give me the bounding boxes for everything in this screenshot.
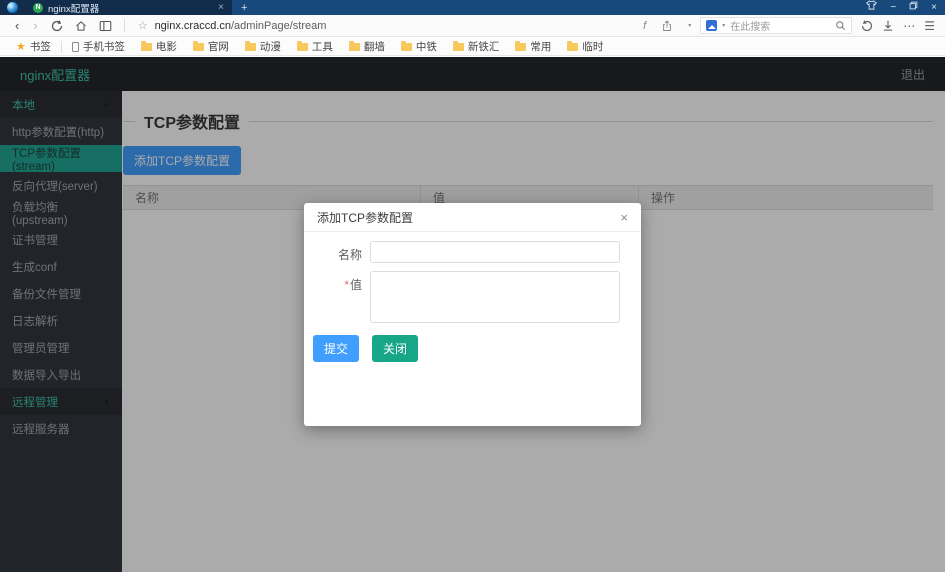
bookmark-folder[interactable]: 新铁汇 — [445, 39, 508, 54]
bookmark-label: 工具 — [312, 39, 333, 54]
tab-close-icon[interactable]: × — [218, 0, 224, 15]
folder-icon — [193, 43, 204, 51]
bookmarks-bar: ★ 书签 手机书签 电影 官网 动漫 工具 翻墙 中铁 新铁汇 常用 临时 — [0, 38, 945, 56]
bookmark-label: 手机书签 — [83, 39, 125, 54]
toolbar-separator — [124, 19, 125, 32]
library-sidebar-icon[interactable] — [99, 20, 112, 32]
bookmark-folder[interactable]: 官网 — [185, 39, 237, 54]
url-path: /adminPage/stream — [231, 20, 326, 32]
close-button[interactable]: 关闭 — [372, 335, 418, 362]
flash-plugin-icon[interactable]: f — [643, 20, 646, 32]
value-field[interactable] — [370, 271, 620, 323]
bookmark-label: 书签 — [30, 39, 51, 54]
bookmark-label: 翻墙 — [364, 39, 385, 54]
bookmark-folder[interactable]: 电影 — [133, 39, 185, 54]
folder-icon — [401, 43, 412, 51]
share-icon[interactable] — [661, 20, 673, 32]
submit-button[interactable]: 提交 — [313, 335, 359, 362]
bookmark-folder[interactable]: 常用 — [507, 39, 559, 54]
bookmark-label: 临时 — [582, 39, 603, 54]
tab-title: nginx配置器 — [48, 1, 213, 15]
bookmark-label: 中铁 — [416, 39, 437, 54]
bookmark-label: 动漫 — [260, 39, 281, 54]
bookmark-folder[interactable]: 临时 — [559, 39, 611, 54]
folder-icon — [515, 43, 526, 51]
phone-icon — [72, 42, 79, 52]
folder-icon — [245, 43, 256, 51]
browser-toolbar: ‹ › ☆ nginx.craccd.cn/adminPage/stream f… — [0, 15, 945, 37]
bookmark-label: 电影 — [156, 39, 177, 54]
folder-icon — [453, 43, 464, 51]
bookmark-folder[interactable]: 工具 — [289, 39, 341, 54]
form-row-name: 名称 — [304, 241, 641, 263]
search-icon[interactable] — [835, 20, 846, 31]
required-asterisk: * — [344, 278, 349, 292]
minimize-button[interactable]: − — [890, 0, 896, 15]
browser-titlebar: N nginx配置器 × + − × — [0, 0, 945, 15]
close-icon[interactable]: × — [620, 210, 628, 225]
bookmark-folder[interactable]: 中铁 — [393, 39, 445, 54]
folder-icon — [297, 43, 308, 51]
name-field-label: 名称 — [304, 241, 370, 263]
engine-caret-icon[interactable]: ▾ — [722, 22, 725, 29]
browser-logo-icon[interactable] — [7, 2, 18, 13]
bookmark-label: 常用 — [530, 39, 551, 54]
add-tcp-config-modal: 添加TCP参数配置 × 名称 *值 提交 关闭 — [304, 203, 641, 426]
url-domain: nginx.craccd.cn — [155, 20, 231, 32]
reload-icon[interactable] — [51, 20, 63, 32]
search-engine-icon[interactable] — [706, 20, 717, 31]
browser-tab[interactable]: N nginx配置器 × — [27, 0, 230, 15]
bookmark-item[interactable]: ★ 书签 — [8, 39, 59, 54]
home-icon[interactable] — [75, 20, 87, 32]
bookmark-folder[interactable]: 翻墙 — [341, 39, 393, 54]
more-options-icon[interactable]: ⋯ — [903, 19, 915, 33]
theme-skin-icon[interactable] — [866, 0, 877, 15]
new-tab-button[interactable]: + — [241, 0, 247, 15]
screen: N nginx配置器 × + − × ‹ › ☆ ngin — [0, 0, 945, 572]
window-close-button[interactable]: × — [931, 0, 937, 15]
bookmark-folder[interactable]: 动漫 — [237, 39, 289, 54]
bookmark-label: 新铁汇 — [468, 39, 500, 54]
menu-icon[interactable]: ☰ — [924, 19, 935, 33]
modal-body: 名称 *值 提交 关闭 — [304, 232, 641, 362]
folder-icon — [141, 43, 152, 51]
value-field-label: *值 — [304, 271, 370, 323]
back-icon[interactable]: ‹ — [15, 16, 19, 36]
address-bar[interactable]: nginx.craccd.cn/adminPage/stream — [155, 20, 327, 32]
modal-footer: 提交 关闭 — [304, 335, 641, 362]
search-input[interactable]: 在此搜索 — [730, 18, 830, 33]
download-icon[interactable] — [882, 20, 894, 32]
form-row-value: *值 — [304, 271, 641, 323]
name-field[interactable] — [370, 241, 620, 263]
extensions-caret-icon[interactable]: ▾ — [688, 22, 691, 29]
site-favicon-icon: N — [33, 3, 43, 13]
restore-button[interactable] — [909, 0, 918, 15]
star-icon: ★ — [16, 40, 26, 53]
page-viewport: nginx配置器 退出 本地 ▲ http参数配置(http) TCP参数配置(… — [0, 57, 945, 572]
modal-header: 添加TCP参数配置 × — [304, 203, 641, 232]
modal-title: 添加TCP参数配置 — [317, 209, 413, 226]
search-box[interactable]: ▾ 在此搜索 — [700, 17, 852, 34]
bookmark-star-icon[interactable]: ☆ — [138, 19, 148, 32]
folder-icon — [349, 43, 360, 51]
restore-tabs-icon[interactable] — [861, 20, 873, 32]
forward-icon[interactable]: › — [33, 16, 37, 36]
folder-icon — [567, 43, 578, 51]
bookmark-item[interactable]: 手机书签 — [64, 39, 133, 54]
bookmarks-separator — [61, 41, 62, 53]
bookmark-label: 官网 — [208, 39, 229, 54]
